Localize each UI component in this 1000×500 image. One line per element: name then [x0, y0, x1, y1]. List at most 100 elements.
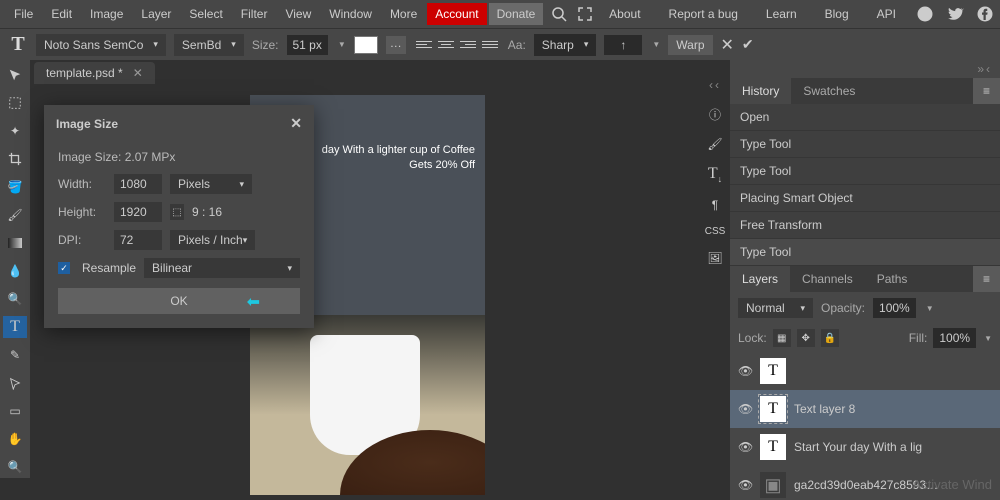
font-weight-select[interactable]: SemBd: [174, 34, 244, 56]
move-tool[interactable]: [3, 64, 27, 86]
menu-window[interactable]: Window: [321, 3, 380, 25]
dpi-unit-select[interactable]: Pixels / Inch: [170, 230, 255, 250]
search-icon[interactable]: [551, 6, 567, 22]
link-report[interactable]: Report a bug: [661, 3, 746, 25]
css-panel-icon[interactable]: CSS: [705, 226, 726, 237]
font-size-input[interactable]: 51 px: [287, 35, 328, 55]
collapse2-icon[interactable]: »‹: [977, 62, 992, 76]
history-item[interactable]: Open: [730, 104, 1000, 131]
type-tool[interactable]: T: [3, 316, 27, 338]
info-panel-icon[interactable]: ⓘ: [709, 106, 721, 123]
dir-dropdown-icon[interactable]: ▼: [652, 40, 660, 49]
marquee-tool[interactable]: [3, 92, 27, 114]
dialog-close-icon[interactable]: ✕: [290, 115, 302, 132]
dpi-input[interactable]: 72: [114, 230, 162, 250]
lock-px-button[interactable]: ▦: [773, 329, 791, 347]
blend-mode-select[interactable]: Normal: [738, 298, 813, 318]
text-color-swatch[interactable]: [354, 36, 378, 54]
opacity-input[interactable]: 100%: [873, 298, 916, 318]
text-direction-button[interactable]: ↑: [604, 35, 642, 55]
link-about[interactable]: About: [601, 3, 648, 25]
link-aspect-icon[interactable]: ⬚: [170, 204, 184, 220]
history-menu-icon[interactable]: ≡: [973, 78, 1000, 104]
zoom2-tool[interactable]: 🔍: [3, 456, 27, 478]
history-item[interactable]: Type Tool: [730, 131, 1000, 158]
menu-image[interactable]: Image: [82, 3, 131, 25]
history-item[interactable]: Type Tool: [730, 239, 1000, 266]
opacity-dropdown-icon[interactable]: ▼: [926, 304, 934, 313]
brush-panel-icon[interactable]: 🖌: [707, 137, 722, 151]
layers-menu-icon[interactable]: ≡: [973, 266, 1000, 292]
menu-view[interactable]: View: [277, 3, 319, 25]
link-blog[interactable]: Blog: [817, 3, 857, 25]
history-item[interactable]: Placing Smart Object: [730, 185, 1000, 212]
tab-close-icon[interactable]: ✕: [133, 66, 143, 80]
tab-channels[interactable]: Channels: [790, 266, 865, 292]
menu-more[interactable]: More: [382, 3, 425, 25]
font-family-select[interactable]: Noto Sans SemCo: [36, 34, 166, 56]
fill-tool[interactable]: 🪣: [3, 176, 27, 198]
layer-row[interactable]: 👁TStart Your day With a lig: [730, 428, 1000, 466]
align-justify-button[interactable]: [480, 36, 500, 54]
aa-select[interactable]: Sharp: [534, 34, 597, 56]
layer-row[interactable]: 👁T: [730, 352, 1000, 390]
resample-checkbox[interactable]: ✓: [58, 262, 70, 274]
width-unit-select[interactable]: Pixels: [170, 174, 252, 194]
document-tab[interactable]: template.psd * ✕: [34, 62, 155, 84]
tab-history[interactable]: History: [730, 78, 791, 104]
align-left-button[interactable]: [414, 36, 434, 54]
tab-paths[interactable]: Paths: [865, 266, 920, 292]
visibility-icon[interactable]: 👁: [738, 440, 752, 454]
link-api[interactable]: API: [869, 3, 904, 25]
menu-select[interactable]: Select: [181, 3, 230, 25]
character-panel-icon[interactable]: T↓: [708, 165, 722, 184]
size-dropdown-icon[interactable]: ▼: [338, 40, 346, 49]
visibility-icon[interactable]: 👁: [738, 364, 752, 378]
brush-tool[interactable]: 🖌: [3, 204, 27, 226]
cancel-icon[interactable]: ✕: [721, 35, 734, 55]
paragraph-panel-icon[interactable]: ¶: [712, 198, 718, 212]
menu-filter[interactable]: Filter: [233, 3, 276, 25]
width-input[interactable]: 1080: [114, 174, 162, 194]
fullscreen-icon[interactable]: [577, 6, 593, 22]
blur-tool[interactable]: 💧: [3, 260, 27, 282]
align-center-button[interactable]: [436, 36, 456, 54]
lock-all-button[interactable]: 🔒: [821, 329, 839, 347]
tab-swatches[interactable]: Swatches: [791, 78, 867, 104]
facebook-icon[interactable]: [976, 5, 994, 23]
visibility-icon[interactable]: 👁: [738, 478, 752, 492]
lock-pos-button[interactable]: ✥: [797, 329, 815, 347]
menu-file[interactable]: File: [6, 3, 41, 25]
crop-tool[interactable]: [3, 148, 27, 170]
hand-tool[interactable]: ✋: [3, 428, 27, 450]
link-learn[interactable]: Learn: [758, 3, 805, 25]
align-right-button[interactable]: [458, 36, 478, 54]
collapse-icon[interactable]: ‹‹: [709, 78, 721, 92]
shape-tool[interactable]: ▭: [3, 400, 27, 422]
visibility-icon[interactable]: 👁: [738, 402, 752, 416]
warp-button[interactable]: Warp: [668, 35, 712, 55]
ok-button[interactable]: OK ⬅: [58, 288, 300, 314]
tab-layers[interactable]: Layers: [730, 266, 790, 292]
reddit-icon[interactable]: [916, 5, 934, 23]
fill-input[interactable]: 100%: [933, 328, 976, 348]
twitter-icon[interactable]: [946, 5, 964, 23]
commit-icon[interactable]: ✔: [742, 36, 754, 53]
height-input[interactable]: 1920: [114, 202, 162, 222]
fill-dropdown-icon[interactable]: ▼: [984, 334, 992, 343]
wand-tool[interactable]: ✦: [3, 120, 27, 142]
layer-row[interactable]: 👁TText layer 8: [730, 390, 1000, 428]
menu-edit[interactable]: Edit: [43, 3, 80, 25]
eyedropper-tool[interactable]: ✎: [3, 344, 27, 366]
gradient-tool[interactable]: [3, 232, 27, 254]
history-item[interactable]: Type Tool: [730, 158, 1000, 185]
more-options-button[interactable]: …: [386, 36, 406, 54]
menu-layer[interactable]: Layer: [133, 3, 179, 25]
image-panel-icon[interactable]: 🖼: [707, 251, 722, 265]
history-item[interactable]: Free Transform: [730, 212, 1000, 239]
zoom-tool[interactable]: 🔍: [3, 288, 27, 310]
account-button[interactable]: Account: [427, 3, 486, 25]
donate-button[interactable]: Donate: [489, 3, 544, 25]
resample-method-select[interactable]: Bilinear: [144, 258, 300, 278]
path-tool[interactable]: [3, 372, 27, 394]
